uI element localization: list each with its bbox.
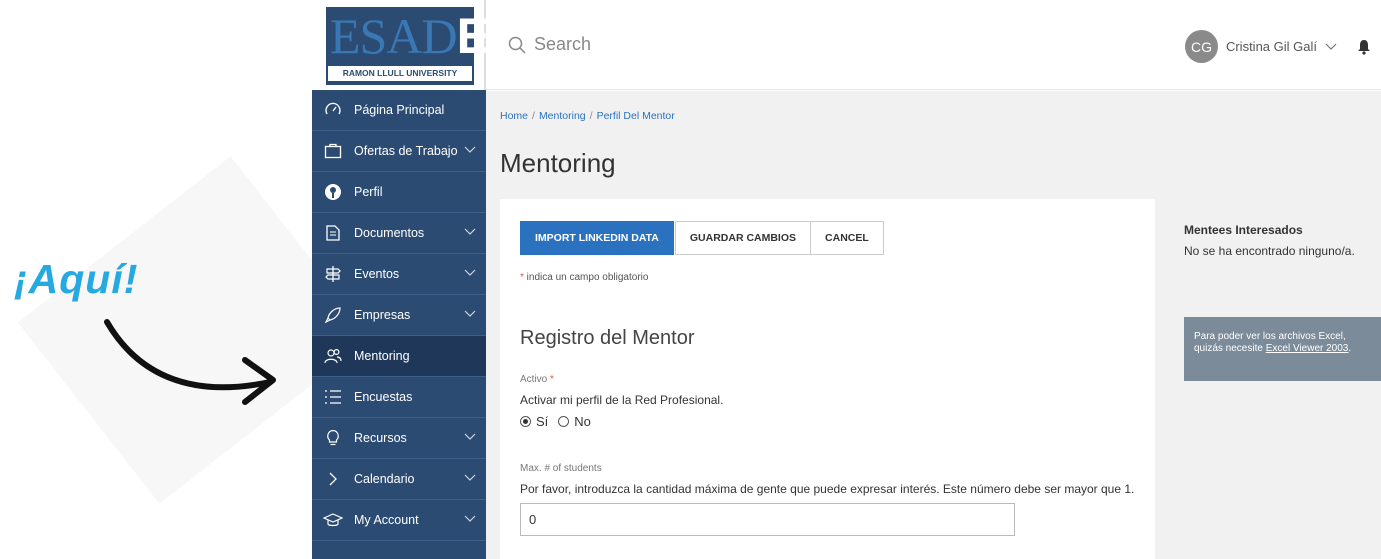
- sidebar-nav: Página Principal Ofertas de Trabajo Perfil…: [312, 90, 486, 541]
- active-radio-group: Sí No: [520, 414, 591, 429]
- top-header: Search CG Cristina Gil Galí: [486, 0, 1381, 90]
- sidebar-item-label: Ofertas de Trabajo: [354, 144, 458, 158]
- profile-icon: [322, 181, 344, 203]
- screen: ¡Aquí! ESADE RAMON LLULL UNIVERSITY Pági…: [0, 0, 1381, 559]
- logo-word: ESADE: [330, 8, 490, 64]
- speedometer-icon: [322, 99, 344, 121]
- breadcrumb-separator: /: [532, 110, 535, 122]
- chevron-down-icon[interactable]: [464, 430, 476, 444]
- user-menu[interactable]: CG Cristina Gil Galí: [1184, 30, 1371, 63]
- radio-yes-label[interactable]: Sí: [536, 414, 548, 429]
- list-icon: [322, 386, 344, 408]
- sidebar-item-label: Página Principal: [354, 103, 445, 117]
- sidebar-item-label: Perfil: [354, 185, 383, 199]
- sidebar-item-documentos[interactable]: Documentos: [312, 213, 486, 254]
- lightbulb-icon: [322, 427, 344, 449]
- save-button[interactable]: GUARDAR CAMBIOS: [674, 221, 812, 255]
- max-students-description: Por favor, introduzca la cantidad máxima…: [520, 482, 1135, 496]
- sidebar-item-label: My Account: [354, 513, 419, 527]
- logo-subtitle: RAMON LLULL UNIVERSITY: [328, 66, 472, 81]
- sidebar-item-mentoring[interactable]: Mentoring: [312, 336, 486, 377]
- mentees-panel: Mentees Interesados No se ha encontrado …: [1169, 199, 1381, 299]
- sidebar-item-my-account[interactable]: My Account: [312, 500, 486, 541]
- sidebar-item-label: Empresas: [354, 308, 411, 322]
- sidebar-item-recursos[interactable]: Recursos: [312, 418, 486, 459]
- radio-yes[interactable]: [520, 416, 531, 427]
- sidebar-item-label: Mentoring: [354, 349, 410, 363]
- cancel-button[interactable]: CANCEL: [810, 221, 884, 255]
- active-label: Activo *: [520, 374, 554, 385]
- esade-logo[interactable]: ESADE RAMON LLULL UNIVERSITY: [312, 0, 490, 90]
- briefcase-icon: [322, 140, 344, 162]
- chevron-down-icon[interactable]: [1325, 43, 1337, 51]
- breadcrumb-home[interactable]: Home: [500, 110, 528, 122]
- sidebar-item-pagina-principal[interactable]: Página Principal: [312, 90, 486, 131]
- sidebar-item-eventos[interactable]: Eventos: [312, 254, 486, 295]
- sidebar-item-empresas[interactable]: Empresas: [312, 295, 486, 336]
- sidebar-item-calendario[interactable]: Calendario: [312, 459, 486, 500]
- page-title: Mentoring: [500, 148, 616, 178]
- chevron-down-icon[interactable]: [464, 512, 476, 526]
- chevron-right-icon: [322, 468, 344, 490]
- document-icon: [322, 222, 344, 244]
- excel-viewer-link[interactable]: Excel Viewer 2003: [1266, 343, 1349, 354]
- mentor-form-card: IMPORT LINKEDIN DATA GUARDAR CAMBIOS CAN…: [500, 199, 1155, 559]
- search-icon: [508, 36, 526, 54]
- bell-icon[interactable]: [1357, 39, 1371, 55]
- avatar[interactable]: CG: [1184, 30, 1218, 63]
- sidebar-item-label: Documentos: [354, 226, 425, 240]
- chevron-down-icon[interactable]: [464, 266, 476, 280]
- breadcrumb: Home / Mentoring / Perfil Del Mentor: [500, 110, 675, 122]
- sidebar-item-label: Encuestas: [354, 390, 413, 404]
- breadcrumb-mentoring[interactable]: Mentoring: [539, 110, 586, 122]
- required-note: * indica un campo obligatorio: [520, 272, 649, 283]
- user-name[interactable]: Cristina Gil Galí: [1226, 39, 1317, 54]
- max-students-label: Max. # of students: [520, 463, 602, 474]
- mentees-title: Mentees Interesados: [1184, 223, 1303, 237]
- active-description: Activar mi perfil de la Red Profesional.: [520, 393, 724, 407]
- people-icon: [322, 345, 344, 367]
- radio-no-label[interactable]: No: [574, 414, 591, 429]
- section-title: Registro del Mentor: [520, 327, 695, 349]
- sidebar-item-ofertas-de-trabajo[interactable]: Ofertas de Trabajo: [312, 131, 486, 172]
- sidebar-item-label: Eventos: [354, 267, 400, 281]
- sidebar-item-label: Recursos: [354, 431, 407, 445]
- search-bar[interactable]: Search: [508, 34, 591, 55]
- max-students-input[interactable]: 0: [520, 503, 1015, 536]
- graduation-cap-icon: [322, 509, 344, 531]
- signpost-icon: [322, 263, 344, 285]
- chevron-down-icon[interactable]: [464, 307, 476, 321]
- rocket-icon: [322, 304, 344, 326]
- excel-notice: Para poder ver los archivos Excel, quizá…: [1184, 317, 1381, 381]
- sidebar-item-encuestas[interactable]: Encuestas: [312, 377, 486, 418]
- search-input[interactable]: Search: [534, 34, 591, 55]
- sidebar-item-label: Calendario: [354, 472, 415, 486]
- form-toolbar: IMPORT LINKEDIN DATA GUARDAR CAMBIOS CAN…: [520, 221, 884, 255]
- breadcrumb-current[interactable]: Perfil Del Mentor: [597, 110, 675, 122]
- annotation-text: ¡Aquí!: [14, 256, 139, 302]
- breadcrumb-separator: /: [589, 110, 593, 122]
- main-content: Home / Mentoring / Perfil Del Mentor Mentori…: [486, 91, 1381, 559]
- import-linkedin-button[interactable]: IMPORT LINKEDIN DATA: [520, 221, 674, 255]
- annotation-arrow-icon: [104, 319, 276, 405]
- radio-no[interactable]: [558, 416, 570, 427]
- sidebar: ESADE RAMON LLULL UNIVERSITY Página Prin…: [312, 0, 490, 559]
- chevron-down-icon[interactable]: [464, 143, 476, 157]
- mentees-empty-text: No se ha encontrado ninguno/a.: [1184, 244, 1355, 258]
- chevron-down-icon[interactable]: [464, 471, 476, 485]
- chevron-down-icon[interactable]: [464, 225, 476, 239]
- sidebar-item-perfil[interactable]: Perfil: [312, 172, 486, 213]
